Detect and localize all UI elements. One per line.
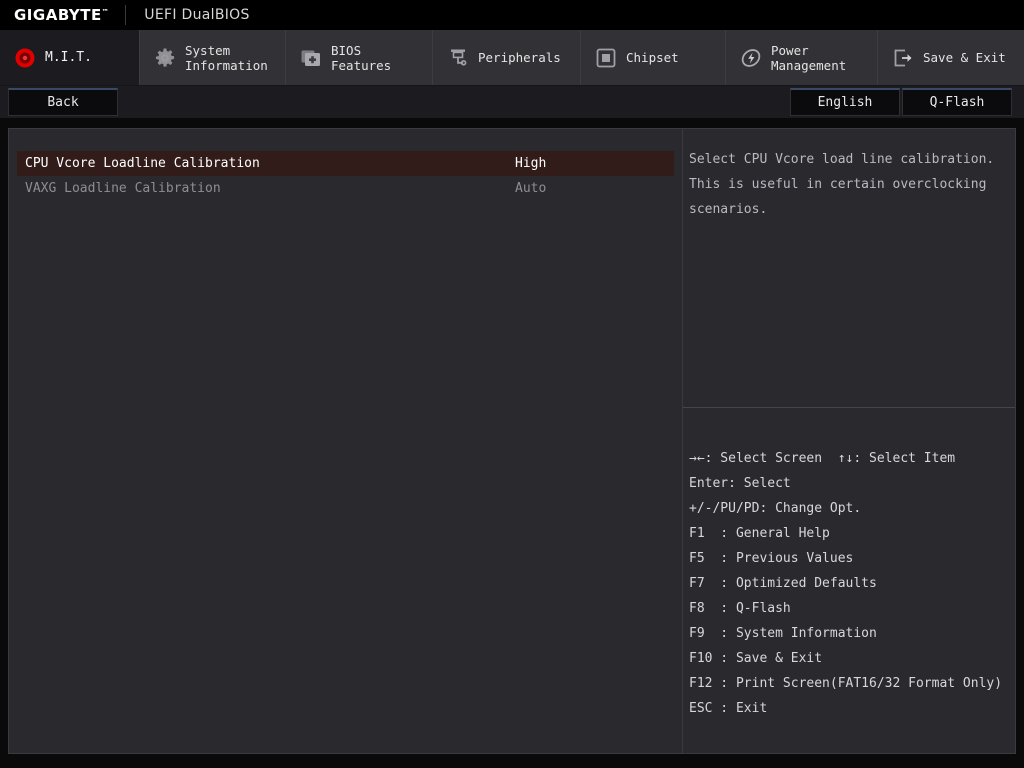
brand-name: GIGABYTE (14, 6, 102, 24)
legend-line-esc: ESC : Exit (689, 696, 1003, 721)
usb-connector-icon (447, 47, 469, 69)
secondary-toolbar: Back English Q-Flash (0, 86, 1024, 118)
setting-label: VAXG Loadline Calibration (17, 181, 507, 196)
language-button[interactable]: English (790, 88, 900, 116)
legend-line-f8: F8 : Q-Flash (689, 596, 1003, 621)
legend-line-f5: F5 : Previous Values (689, 546, 1003, 571)
chip-icon (595, 47, 617, 69)
legend-line-change-opt: +/-/PU/PD: Change Opt. (689, 496, 1003, 521)
setting-label: CPU Vcore Loadline Calibration (17, 151, 507, 176)
content-area: CPU Vcore Loadline Calibration High VAXG… (8, 128, 1016, 754)
main-nav-tabs: M.I.T. System Information BIOS Featu (0, 30, 1024, 86)
legend-line-enter: Enter: Select (689, 471, 1003, 496)
legend-line-f12: F12 : Print Screen(FAT16/32 Format Only) (689, 671, 1003, 696)
tab-bios-features[interactable]: BIOS Features (286, 30, 433, 85)
q-flash-button[interactable]: Q-Flash (902, 88, 1012, 116)
tuning-dial-icon (14, 47, 36, 69)
help-text-box: Select CPU Vcore load line calibration. … (683, 129, 1015, 408)
settings-list: CPU Vcore Loadline Calibration High VAXG… (9, 129, 683, 753)
folder-plus-icon (300, 47, 322, 69)
tab-peripherals[interactable]: Peripherals (433, 30, 581, 85)
bios-subtitle: UEFI DualBIOS (144, 7, 249, 23)
help-line: This is useful in certain overclocking (689, 172, 1003, 197)
help-line: Select CPU Vcore load line calibration. (689, 147, 1003, 172)
power-leaf-icon (740, 47, 762, 69)
help-line: scenarios. (689, 197, 1003, 222)
gear-icon (154, 47, 176, 69)
setting-value[interactable]: Auto (507, 181, 674, 196)
tab-peripherals-label: Peripherals (478, 50, 561, 65)
tab-power-management[interactable]: Power Management (726, 30, 878, 85)
tab-chipset[interactable]: Chipset (581, 30, 726, 85)
brand-bar: GIGABYTE™ UEFI DualBIOS (0, 0, 1024, 30)
tab-mit-label: M.I.T. (45, 50, 92, 65)
tab-bios-features-label: BIOS Features (331, 43, 391, 73)
trademark-symbol: ™ (102, 8, 110, 16)
back-button[interactable]: Back (8, 88, 118, 116)
legend-line-f7: F7 : Optimized Defaults (689, 571, 1003, 596)
brand-divider (125, 5, 126, 25)
legend-line-f1: F1 : General Help (689, 521, 1003, 546)
setting-value[interactable]: High (507, 151, 674, 176)
tab-chipset-label: Chipset (626, 50, 679, 65)
tab-power-management-label: Power Management (771, 43, 846, 73)
gigabyte-logo: GIGABYTE™ (0, 6, 109, 24)
tab-mit[interactable]: M.I.T. (0, 30, 140, 85)
bios-screen: GIGABYTE™ UEFI DualBIOS M.I.T. (0, 0, 1024, 768)
tab-save-and-exit[interactable]: Save & Exit (878, 30, 1024, 85)
setting-row-cpu-vcore-loadline-calibration[interactable]: CPU Vcore Loadline Calibration High (17, 151, 674, 176)
legend-line-f10: F10 : Save & Exit (689, 646, 1003, 671)
tab-system-information-label: System Information (185, 43, 268, 73)
tab-save-and-exit-label: Save & Exit (923, 50, 1006, 65)
exit-door-icon (892, 47, 914, 69)
legend-line-f9: F9 : System Information (689, 621, 1003, 646)
key-legend-box: →←: Select Screen ↑↓: Select Item Enter:… (683, 408, 1015, 753)
tab-system-information[interactable]: System Information (140, 30, 286, 85)
setting-row-vaxg-loadline-calibration[interactable]: VAXG Loadline Calibration Auto (17, 176, 674, 201)
legend-line-select-screen: →←: Select Screen ↑↓: Select Item (689, 446, 1003, 471)
info-panel: Select CPU Vcore load line calibration. … (683, 129, 1015, 753)
